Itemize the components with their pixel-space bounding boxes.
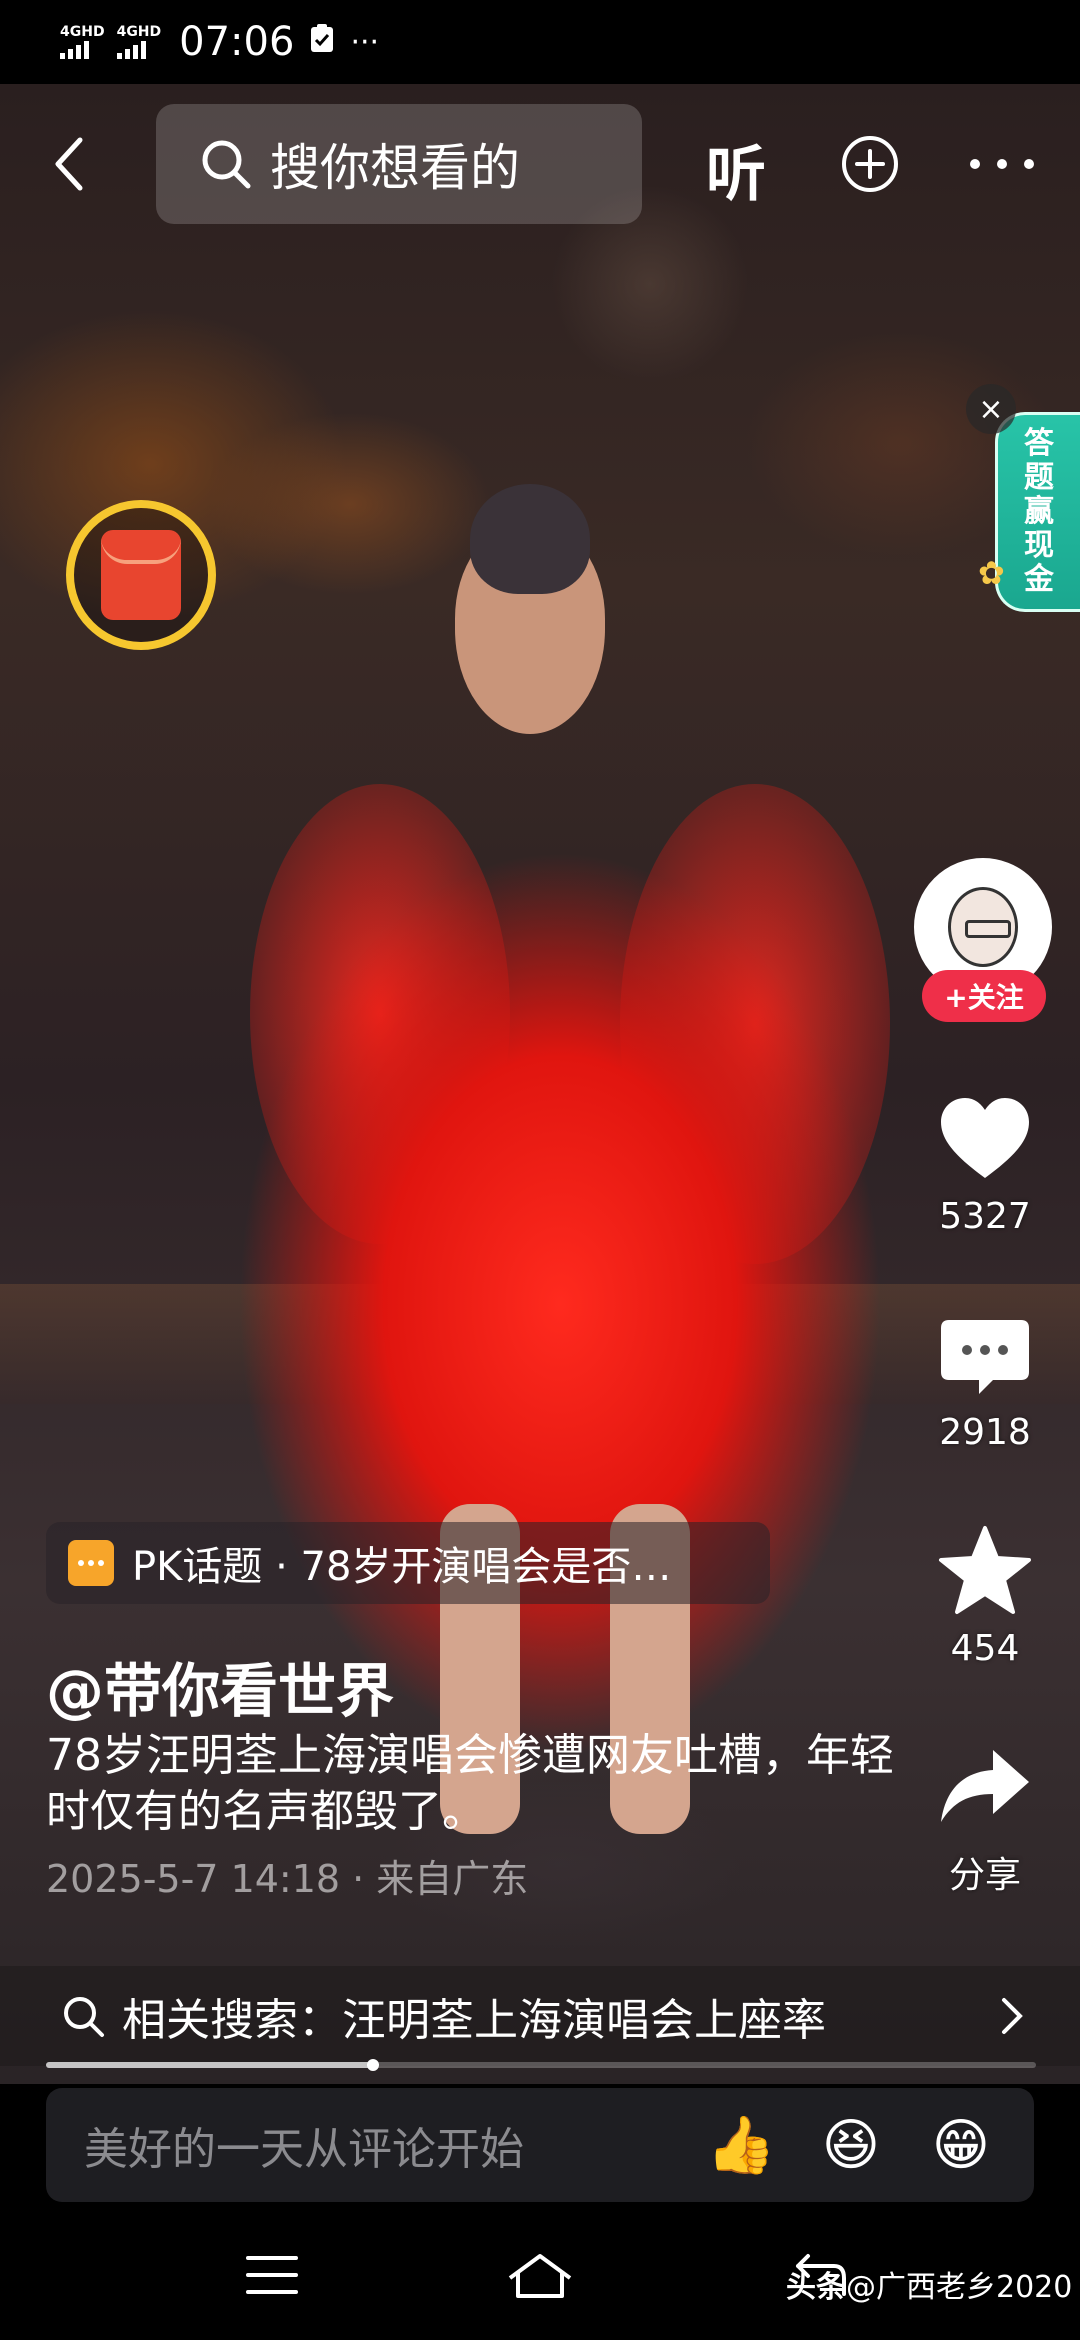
search-icon bbox=[202, 140, 251, 189]
post-meta: 2025-5-7 14:18 · 来自广东 bbox=[46, 1857, 529, 1901]
comment-count: 2918 bbox=[939, 1412, 1031, 1453]
share-label: 分享 bbox=[948, 1855, 1021, 1896]
share-button[interactable]: 分享 bbox=[920, 1740, 1050, 1898]
star-icon bbox=[939, 1526, 1031, 1614]
pk-chat-icon bbox=[68, 1540, 114, 1586]
pk-topic-text: PK话题 · 78岁开演唱会是否… bbox=[132, 1544, 672, 1590]
follow-button[interactable]: +关注 bbox=[922, 970, 1046, 1022]
back-button[interactable] bbox=[40, 128, 100, 200]
signal-label-1: 4GHD bbox=[60, 24, 105, 40]
menu-icon[interactable] bbox=[244, 2250, 300, 2300]
laughing-emoji-button[interactable]: 😆 bbox=[816, 2110, 886, 2180]
chevron-left-icon bbox=[55, 137, 83, 191]
grinning-emoji-button[interactable]: 😁 bbox=[926, 2110, 996, 2180]
progress-fill bbox=[46, 2062, 373, 2068]
quiz-char: 题 bbox=[1024, 460, 1054, 495]
plus-circle-icon[interactable] bbox=[840, 134, 900, 194]
clipboard-check-icon bbox=[310, 23, 334, 61]
heart-icon bbox=[941, 1098, 1029, 1178]
more-dots-icon[interactable] bbox=[970, 134, 1034, 194]
comment-button[interactable]: 2918 bbox=[920, 1306, 1050, 1453]
comment-input[interactable]: 美好的一天从评论开始 👍 😆 😁 bbox=[46, 2088, 1034, 2202]
comment-bubble-icon bbox=[941, 1320, 1029, 1394]
signal-indicator-1: 4GHD bbox=[60, 25, 105, 59]
avatar-face-icon bbox=[948, 887, 1018, 967]
search-icon bbox=[64, 1997, 104, 2037]
red-packet-button[interactable] bbox=[66, 500, 216, 650]
red-envelope-icon bbox=[101, 530, 181, 620]
watermark-brand: 头条 bbox=[786, 2270, 846, 2305]
quiz-reward-banner[interactable]: 答 题 赢 现 金 bbox=[995, 412, 1080, 612]
quiz-char: 现 bbox=[1024, 528, 1054, 563]
status-time: 07:06 bbox=[179, 19, 295, 65]
related-search-text: 相关搜索：汪明荃上海演唱会上座率 bbox=[122, 1995, 826, 2046]
like-button[interactable]: 5327 bbox=[920, 1090, 1050, 1237]
favorite-count: 454 bbox=[950, 1628, 1020, 1669]
signal-indicator-2: 4GHD bbox=[116, 24, 162, 59]
home-icon[interactable] bbox=[504, 2250, 576, 2302]
thumbs-up-emoji-button[interactable]: 👍 bbox=[706, 2110, 776, 2180]
signal-label-2: 4GHD bbox=[116, 24, 162, 40]
related-search-bar[interactable]: 相关搜索：汪明荃上海演唱会上座率 bbox=[0, 1966, 1080, 2066]
comment-placeholder: 美好的一天从评论开始 bbox=[84, 2124, 524, 2175]
listen-button[interactable]: 听 bbox=[706, 126, 766, 213]
quiz-char: 答 bbox=[1024, 426, 1054, 461]
video-description: 78岁汪明荃上海演唱会惨遭网友吐槽，年轻时仅有的名声都毁了。 bbox=[46, 1730, 894, 1837]
status-bar: 4GHD 4GHD 07:06 ··· bbox=[0, 0, 1080, 84]
signal-bars-icon bbox=[60, 39, 89, 59]
clover-icon: ✿ bbox=[978, 554, 1005, 592]
share-arrow-icon bbox=[941, 1750, 1029, 1822]
chevron-right-icon bbox=[1002, 1998, 1023, 2034]
quiz-close-button[interactable]: × bbox=[966, 384, 1016, 434]
watermark-handle: @广西老乡2020 bbox=[846, 2270, 1073, 2305]
video-progress-bar[interactable] bbox=[46, 2059, 1036, 2071]
search-box[interactable]: 搜你想看的 bbox=[156, 104, 642, 224]
watermark: 头条@广西老乡2020 bbox=[786, 2262, 1072, 2306]
progress-handle[interactable] bbox=[366, 2059, 379, 2071]
status-overflow: ··· bbox=[350, 24, 380, 60]
like-count: 5327 bbox=[939, 1196, 1031, 1237]
search-placeholder: 搜你想看的 bbox=[270, 139, 520, 197]
top-bar: 搜你想看的 听 bbox=[0, 104, 1080, 224]
quiz-char: 金 bbox=[1024, 562, 1054, 597]
author-name[interactable]: @带你看世界 bbox=[46, 1644, 394, 1728]
pk-topic-tag[interactable]: PK话题 · 78岁开演唱会是否… bbox=[46, 1522, 770, 1604]
favorite-button[interactable]: 454 bbox=[920, 1522, 1050, 1669]
video-figure-hair bbox=[470, 484, 590, 594]
quiz-char: 赢 bbox=[1024, 494, 1054, 529]
signal-bars-icon bbox=[116, 39, 146, 59]
